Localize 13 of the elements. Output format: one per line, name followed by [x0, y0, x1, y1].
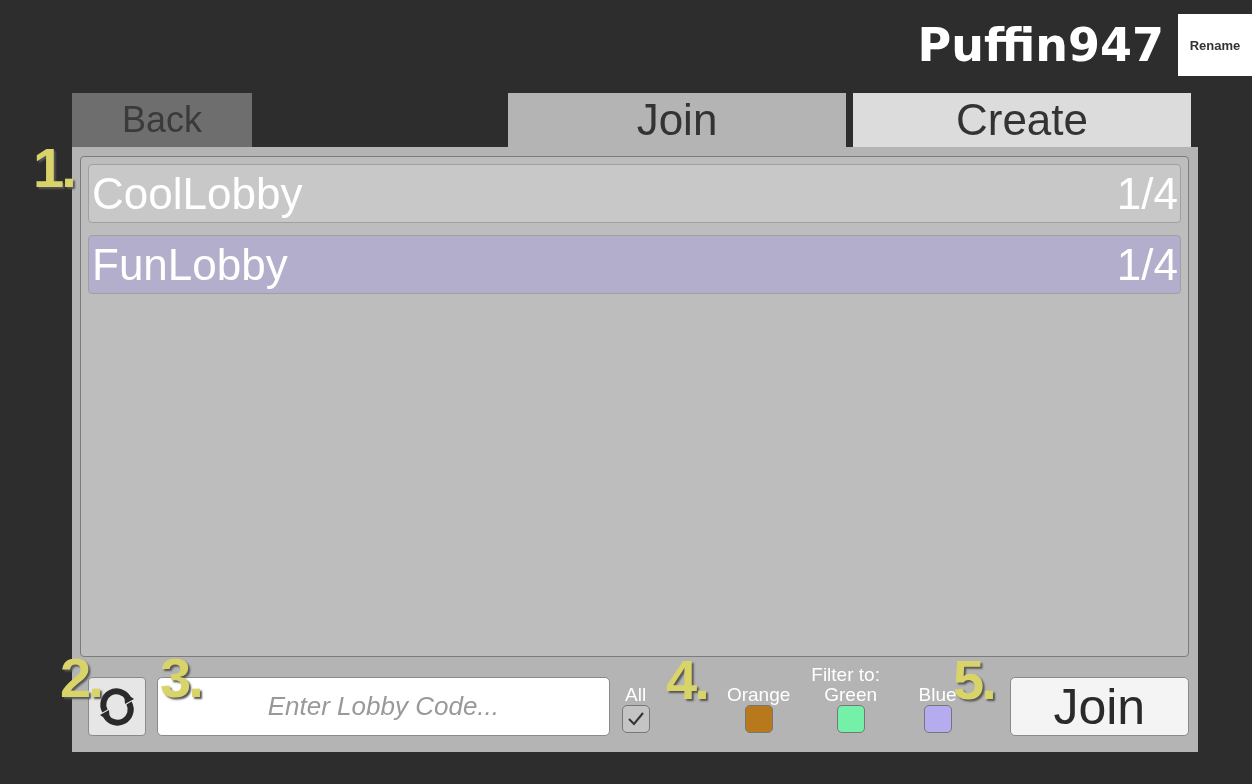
rename-button[interactable]: Rename	[1178, 14, 1252, 76]
tab[interactable]: Join	[508, 93, 846, 147]
player-name: Puffin947	[917, 18, 1164, 72]
tab[interactable]: Create	[853, 93, 1191, 147]
filter-label: Orange	[726, 685, 791, 705]
filter-label: Blue	[918, 685, 957, 705]
join-button[interactable]: Join	[1009, 677, 1189, 736]
filter-label: Green	[824, 685, 877, 705]
lobby-name: FunLobby	[92, 239, 288, 290]
all-label: All	[625, 685, 647, 705]
filter-title: Filter to:	[811, 665, 880, 685]
callout-number: 4.	[666, 652, 707, 708]
player-count: 1/4	[1116, 239, 1178, 290]
